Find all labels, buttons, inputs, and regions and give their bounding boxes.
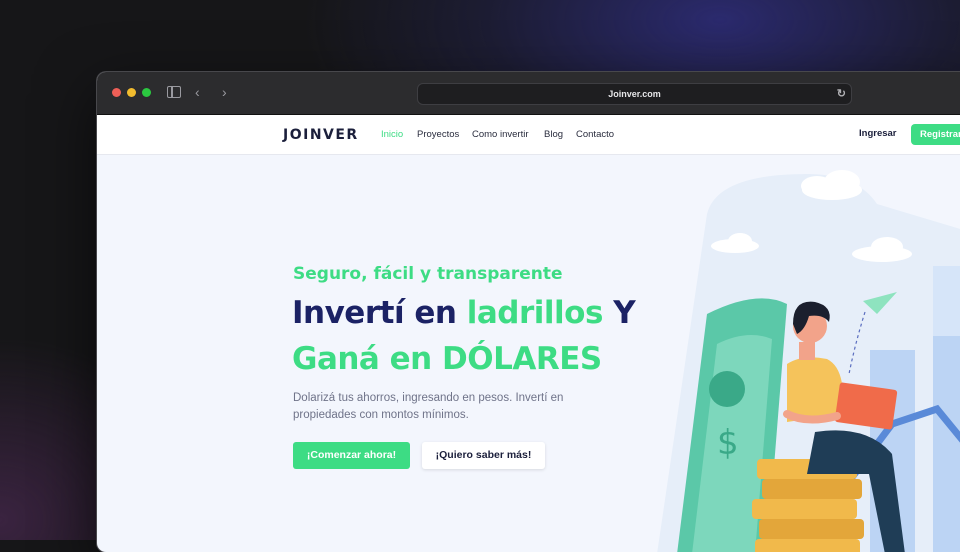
forward-arrow-icon[interactable]: › xyxy=(222,84,227,100)
nav-link-blog[interactable]: Blog xyxy=(544,129,563,140)
url-text: Joinver.com xyxy=(608,89,661,99)
logo-text: JOINVER xyxy=(283,127,359,143)
start-now-button[interactable]: ¡Comenzar ahora! xyxy=(293,442,410,469)
maximize-window-button[interactable] xyxy=(142,88,151,97)
nav-link-inicio[interactable]: Inicio xyxy=(381,129,403,140)
minimize-window-button[interactable] xyxy=(127,88,136,97)
browser-titlebar: ‹ › Joinver.com ↻ xyxy=(97,72,960,115)
headline-line2: Ganá en DÓLARES xyxy=(292,341,602,377)
laptop-icon xyxy=(834,382,898,430)
site-navbar: JOINVER Inicio Proyectos Como invertir B… xyxy=(97,115,960,155)
chart-bar xyxy=(933,266,960,336)
address-bar[interactable]: Joinver.com ↻ xyxy=(417,83,852,105)
learn-more-button[interactable]: ¡Quiero saber más! xyxy=(422,442,545,469)
nav-link-proyectos[interactable]: Proyectos xyxy=(417,129,459,140)
hero-description: Dolarizá tus ahorros, ingresando en peso… xyxy=(293,392,564,421)
browser-window: ‹ › Joinver.com ↻ JOINVER Inicio Proyect… xyxy=(97,72,960,552)
headline-highlight: ladrillos xyxy=(466,295,604,331)
register-button[interactable]: Registrarse xyxy=(911,124,960,145)
joinver-logo[interactable]: JOINVER xyxy=(283,127,359,143)
coin-icon xyxy=(709,371,745,407)
back-arrow-icon[interactable]: ‹ xyxy=(195,84,200,100)
hero-illustration: $ xyxy=(657,170,960,552)
hero-tagline: Seguro, fácil y transparente xyxy=(293,264,563,284)
dollar-sign-icon: $ xyxy=(717,423,739,463)
sidebar-toggle-icon[interactable] xyxy=(167,86,181,98)
hero-headline: Invertí en ladrillos Y Ganá en DÓLARES xyxy=(292,290,652,382)
headline-part: Invertí en xyxy=(292,295,467,331)
nav-link-como-invertir[interactable]: Como invertir xyxy=(472,129,529,140)
reload-icon[interactable]: ↻ xyxy=(837,84,846,104)
login-link[interactable]: Ingresar xyxy=(859,128,897,139)
nav-link-contacto[interactable]: Contacto xyxy=(576,129,614,140)
close-window-button[interactable] xyxy=(112,88,121,97)
headline-part: Y xyxy=(602,295,636,331)
